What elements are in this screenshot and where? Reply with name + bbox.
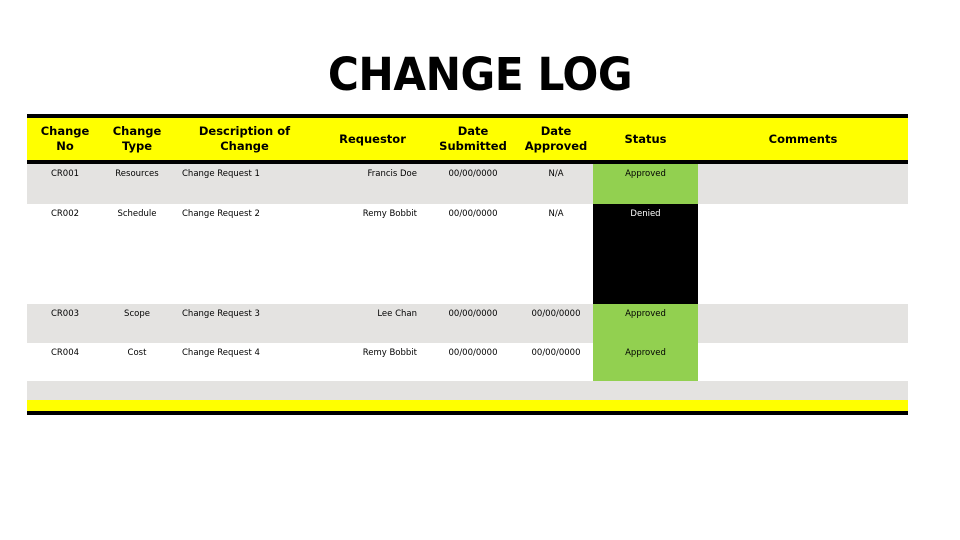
column-header-line1: Change [112,124,162,138]
cell-date-approved: 00/00/0000 [531,348,581,358]
column-header-line1: Description of [198,124,291,138]
column-header-line1: Comments [768,131,838,146]
cell-change-type: Schedule [117,209,157,219]
cell-comments [698,304,908,326]
cell-date-approved: 00/00/0000 [531,309,581,319]
status-badge: Approved [625,348,666,358]
column-header-line1: Date [457,124,489,138]
column-header-line2: Approved [524,139,588,153]
cell-change-no: CR003 [50,309,80,319]
column-header-date-submitted: Date Submitted [427,118,519,160]
cell-date-submitted: 00/00/0000 [448,309,498,319]
column-header-line1: Status [624,131,667,146]
column-header-line1: Requestor [339,131,406,146]
cell-requestor: Remy Bobbit [362,209,417,219]
column-header-description: Description of Change [171,118,318,160]
table-row[interactable]: CR001 Resources Change Request 1 Francis… [27,164,908,204]
cell-date-approved: N/A [548,169,564,179]
cell-change-type: Cost [127,348,147,358]
cell-comments [698,343,908,365]
cell-date-submitted: 00/00/0000 [448,169,498,179]
cell-comments [698,204,908,226]
column-header-line2: Submitted [439,139,507,153]
column-header-date-approved: Date Approved [519,118,593,160]
cell-change-no: CR004 [50,348,80,358]
footer-rule [27,411,908,415]
cell-comments [698,164,908,186]
cell-description: Change Request 4 [182,348,260,358]
status-badge: Approved [625,309,666,319]
table-row[interactable]: CR002 Schedule Change Request 2 Remy Bob… [27,204,908,304]
column-header-change-no: Change No [27,118,103,160]
column-header-change-type: Change Type [103,118,171,160]
cell-date-submitted: 00/00/0000 [448,209,498,219]
table-header-row: Change No Change Type Description of Cha… [27,118,908,160]
cell-date-approved: N/A [548,209,564,219]
column-header-status: Status [593,118,698,160]
cell-description: Change Request 2 [182,209,260,219]
cell-requestor: Lee Chan [377,309,417,319]
column-header-requestor: Requestor [318,118,427,160]
cell-description: Change Request 3 [182,309,260,319]
column-header-line2: Change [220,139,269,153]
cell-requestor: Remy Bobbit [362,348,417,358]
cell-requestor: Francis Doe [367,169,417,179]
table-row[interactable]: CR004 Cost Change Request 4 Remy Bobbit … [27,343,908,381]
cell-change-no: CR001 [50,169,80,179]
table-row[interactable]: CR003 Scope Change Request 3 Lee Chan 00… [27,304,908,343]
page-title: CHANGE LOG [327,48,633,101]
cell-change-type: Resources [115,169,159,179]
cell-description: Change Request 1 [182,169,260,179]
status-badge: Denied [630,209,661,219]
column-header-line1: Change [40,124,90,138]
column-header-line2: Type [121,139,152,153]
status-badge: Approved [625,169,666,179]
change-log-table: Change No Change Type Description of Cha… [27,114,908,414]
cell-change-type: Scope [124,309,150,319]
footer-accent-bar [27,400,908,411]
column-header-line2: No [56,139,74,153]
cell-change-no: CR002 [50,209,80,219]
column-header-line1: Date [540,124,572,138]
column-header-comments: Comments [698,118,908,160]
cell-date-submitted: 00/00/0000 [448,348,498,358]
